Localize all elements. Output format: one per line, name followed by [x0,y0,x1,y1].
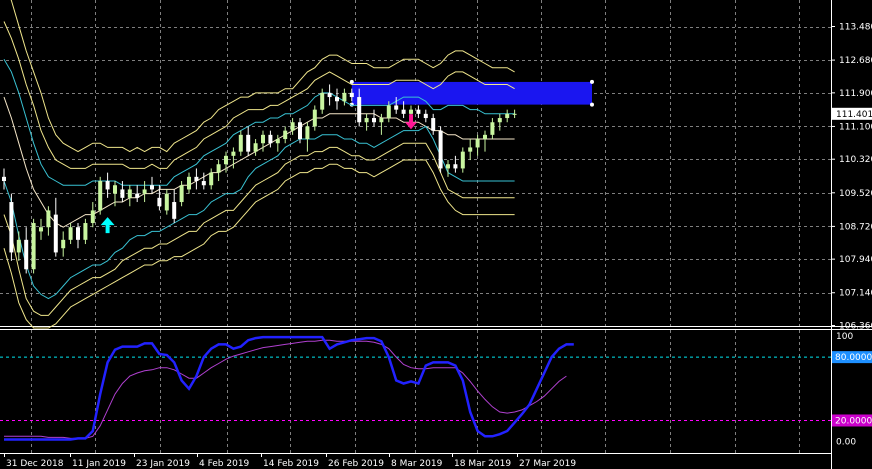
candle-body [416,109,421,114]
oscillator-axis-label: 20.0000 [835,416,872,426]
candle-body [76,227,80,240]
candle-body [61,239,66,249]
candle-body [105,181,110,190]
candle-body [253,143,258,152]
price-axis-label: 111.900 [839,89,872,99]
candle-body [68,227,73,240]
time-axis-label: 27 Mar 2019 [519,459,576,469]
candle-body [460,151,465,169]
candle-body [231,151,236,156]
candle-body [364,118,369,123]
oscillator-axis-label: 100 [836,332,853,342]
time-axis-label: 8 Mar 2019 [391,459,443,469]
current-price-label: 111.401 [836,110,872,120]
candle-body [209,172,214,186]
candle-body [98,181,103,211]
candle-body [216,164,221,173]
price-axis-label: 112.680 [839,56,872,66]
candle-body [379,118,384,123]
price-axis-label: 109.520 [839,189,872,199]
candle-body [490,122,495,135]
candle-body [275,139,280,144]
candle-body [483,134,487,140]
candle-body [342,92,347,102]
candle-body [401,109,406,114]
candle-body [475,139,480,148]
candle-body [327,92,332,98]
candle-body [386,105,391,119]
candle-body [246,134,251,152]
time-axis-label: 23 Jan 2019 [136,459,190,469]
candle-body [409,109,413,114]
candle-body [46,210,51,228]
oscillator-axis-label: 0.00 [836,438,856,448]
candle-body [305,126,310,140]
time-axis-label: 31 Dec 2018 [6,459,64,469]
candle-body [142,189,147,194]
candle-body [320,92,325,110]
candle-body [157,197,162,207]
time-axis-label: 11 Jan 2019 [72,459,126,469]
candle-body [83,223,88,240]
candle-body [53,214,58,253]
candle-body [24,239,29,270]
candle-body [172,202,177,219]
candle-body [238,134,243,152]
candle-body [298,122,302,140]
candle-body [468,147,473,152]
time-axis-label: 26 Feb 2019 [328,459,384,469]
candle-body [335,97,339,102]
candle-body [349,92,354,98]
price-axis-label: 106.360 [839,322,872,332]
zone-handle [590,102,594,107]
candle-body [127,189,132,198]
oscillator-axis-label: 80.0000 [835,353,872,363]
time-axis-label: 18 Mar 2019 [454,459,511,469]
time-axis-label: 4 Feb 2019 [199,459,250,469]
time-axis-label: 14 Feb 2019 [263,459,319,469]
price-axis-label: 113.480 [839,23,872,33]
price-axis-label: 107.940 [839,255,872,265]
candle-body [150,185,154,190]
candle-body [438,130,443,169]
candle-body [187,176,191,190]
candle-body [179,185,184,203]
candle-body [164,193,169,211]
candle-body [268,134,273,144]
candle-body [201,181,206,186]
candle-body [113,185,117,194]
candle-body [194,176,199,182]
zone-handle [590,79,594,84]
candle-body [394,105,399,110]
candle-body [372,118,376,123]
price-chart[interactable]: 113.480 112.680 111.900 111.100 110.320 109.5… [0,0,872,469]
candle-body [431,118,436,131]
candle-body [497,118,502,123]
candle-body [512,113,517,115]
candle-body [90,210,95,224]
candle-body [9,202,14,253]
price-axis-label: 108.720 [839,222,872,232]
price-axis-label: 107.140 [839,289,872,299]
candle-body [2,176,6,182]
candle-body [423,113,428,119]
candle-body [312,109,317,127]
candle-body [290,122,295,131]
candle-body [357,97,362,123]
candle-body [453,164,458,169]
candle-body [16,239,21,253]
candle-body [224,155,228,165]
price-axis-label: 110.320 [839,155,872,165]
supply-zone [351,81,592,105]
candle-body [39,227,43,232]
candle-body [261,134,265,144]
candle-body [446,164,450,169]
candle-body [505,113,510,119]
price-axis-label: 111.100 [839,122,872,132]
candle-body [120,189,125,198]
candle-body [283,130,288,140]
chart-background [0,0,872,469]
candle-body [31,223,36,270]
candle-body [135,193,140,198]
